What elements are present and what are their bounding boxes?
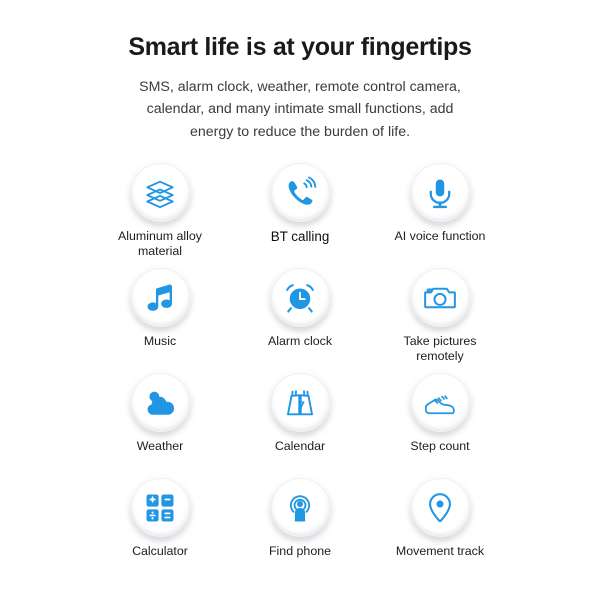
layers-icon [143,176,177,210]
feature-item-bt-calling[interactable]: BT calling [248,163,353,245]
feature-row: Music Alarm clock Take pictures remotely [108,268,493,373]
weather-cloud-icon [143,386,177,420]
feature-item-ai-voice-function[interactable]: AI voice function [388,163,493,244]
feature-item-movement-track[interactable]: Movement track [388,478,493,559]
feature-label: Music [143,334,177,349]
feature-icon-bubble[interactable] [130,163,190,223]
feature-icon-bubble[interactable] [410,373,470,433]
feature-label: Calendar [274,439,326,454]
feature-showcase-page: Smart life is at your fingertips SMS, al… [0,0,600,600]
feature-label: Calculator [132,544,188,559]
feature-label: Movement track [395,544,485,559]
page-title: Smart life is at your fingertips [128,33,472,61]
calendar-day-number: 7 [298,399,305,413]
map-pin-icon [423,491,457,525]
feature-item-alarm-clock[interactable]: Alarm clock [248,268,353,349]
sneaker-icon [423,386,457,420]
feature-icon-bubble[interactable]: 7 [270,373,330,433]
page-subtitle: SMS, alarm clock, weather, remote contro… [139,79,461,140]
feature-row: Calculator Find phone Movement track [108,478,493,583]
feature-grid: Aluminum alloy material BT calling AI vo… [0,163,600,583]
calendar-icon: 7 [283,386,317,420]
feature-item-calendar[interactable]: 7 Calendar [248,373,353,454]
feature-item-step-count[interactable]: Step count [388,373,493,454]
feature-icon-bubble[interactable] [130,478,190,538]
feature-item-calculator[interactable]: Calculator [108,478,213,559]
feature-label: Step count [410,439,470,454]
feature-icon-bubble[interactable] [270,163,330,223]
feature-item-find-phone[interactable]: Find phone [248,478,353,559]
feature-row: Weather 7 Calendar Step count [108,373,493,478]
feature-label: Find phone [268,544,331,559]
feature-label: Weather [136,439,184,454]
feature-item-music[interactable]: Music [108,268,213,349]
microphone-icon [423,176,457,210]
feature-item-take-pictures-remotely[interactable]: Take pictures remotely [388,268,493,364]
camera-icon [423,281,457,315]
feature-label: BT calling [270,229,330,245]
feature-icon-bubble[interactable] [130,268,190,328]
feature-icon-bubble[interactable] [410,478,470,538]
calculator-icon [143,491,177,525]
phone-calling-icon [283,176,317,210]
feature-label: Take pictures remotely [403,334,477,364]
feature-icon-bubble[interactable] [130,373,190,433]
alarm-clock-icon [283,281,317,315]
feature-item-aluminum-alloy-material[interactable]: Aluminum alloy material [108,163,213,259]
feature-label: Aluminum alloy material [117,229,202,259]
find-phone-icon [283,491,317,525]
feature-label: Alarm clock [267,334,333,349]
music-note-icon [143,281,177,315]
feature-row: Aluminum alloy material BT calling AI vo… [108,163,493,268]
feature-icon-bubble[interactable] [270,268,330,328]
feature-item-weather[interactable]: Weather [108,373,213,454]
feature-label: AI voice function [394,229,486,244]
feature-icon-bubble[interactable] [410,163,470,223]
feature-icon-bubble[interactable] [410,268,470,328]
feature-icon-bubble[interactable] [270,478,330,538]
